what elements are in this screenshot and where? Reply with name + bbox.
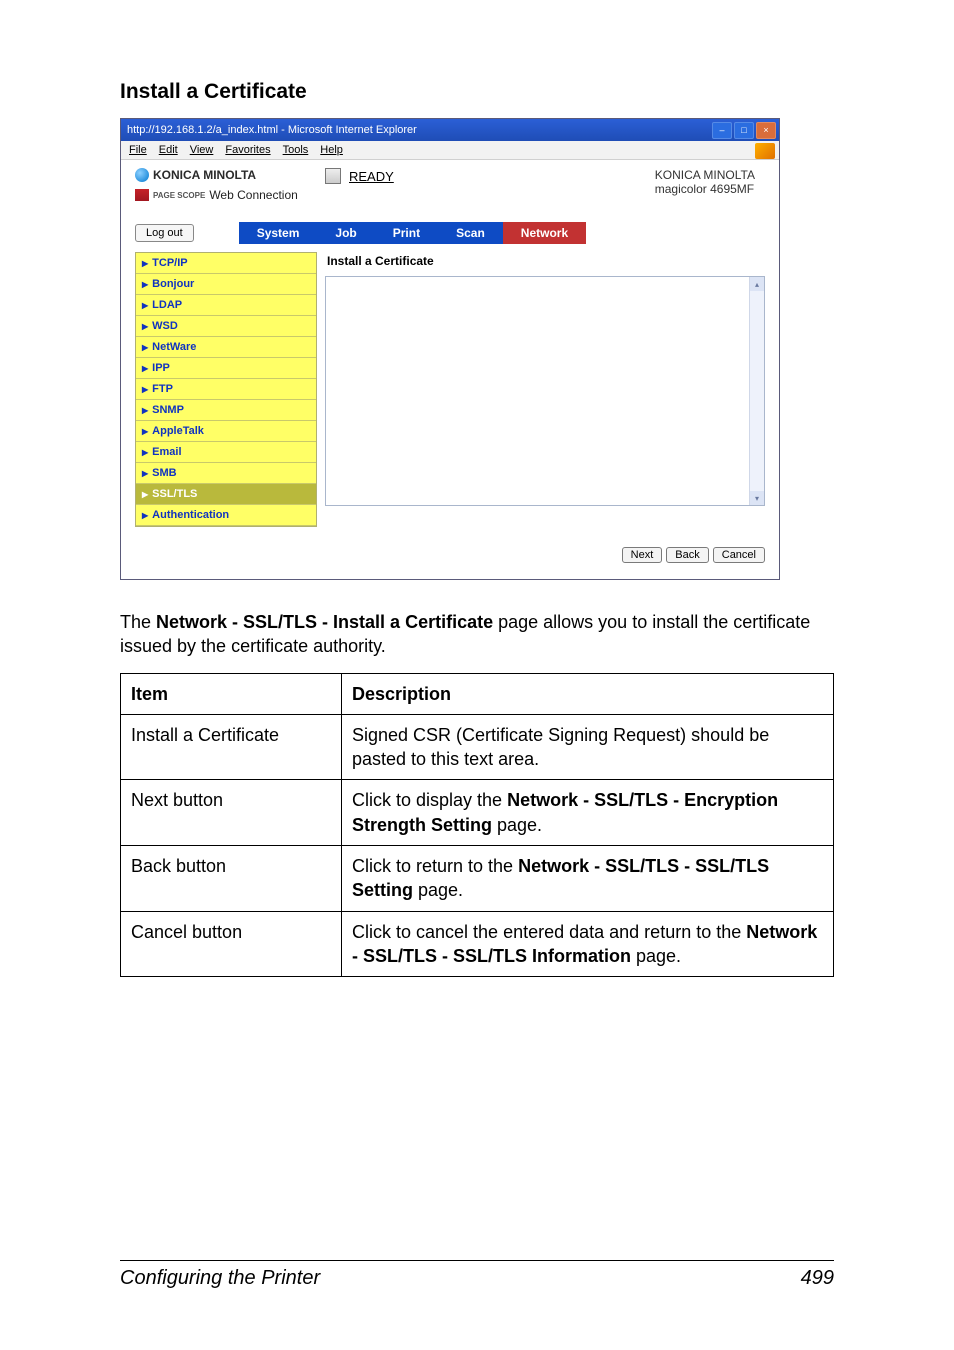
maximize-icon[interactable]: □ [734,122,754,139]
cell-desc: Signed CSR (Certificate Signing Request)… [342,714,834,780]
table-row: Cancel button Click to cancel the entere… [121,911,834,977]
chevron-right-icon: ▶ [142,469,148,478]
window-buttons: – □ × [712,122,776,139]
cell-desc: Click to cancel the entered data and ret… [342,911,834,977]
cancel-button[interactable]: Cancel [713,547,765,563]
next-button[interactable]: Next [622,547,663,563]
logout-button[interactable]: Log out [135,224,194,242]
browser-menubar: File Edit View Favorites Tools Help [121,141,779,160]
chevron-right-icon: ▶ [142,301,148,310]
sidebar-item-netware[interactable]: ▶NetWare [136,337,316,358]
back-button[interactable]: Back [666,547,708,563]
ie-logo-icon [755,143,775,159]
sidebar-item-email[interactable]: ▶Email [136,442,316,463]
main-tabs: System Job Print Scan Network [239,222,586,244]
tab-print[interactable]: Print [375,222,438,244]
window-title: http://192.168.1.2/a_index.html - Micros… [127,124,417,136]
cell-desc: Click to return to the Network - SSL/TLS… [342,846,834,912]
cell-item: Back button [121,846,342,912]
chevron-right-icon: ▶ [142,280,148,289]
certificate-textarea[interactable]: ▴ ▾ [325,276,765,506]
cell-item: Install a Certificate [121,714,342,780]
sidebar-item-ipp[interactable]: ▶IPP [136,358,316,379]
browser-window: http://192.168.1.2/a_index.html - Micros… [120,118,780,580]
menu-edit[interactable]: Edit [159,144,178,156]
minimize-icon[interactable]: – [712,122,732,139]
sidebar-item-ssltls[interactable]: ▶SSL/TLS [136,484,316,505]
description-table: Item Description Install a Certificate S… [120,673,834,978]
sidebar-item-snmp[interactable]: ▶SNMP [136,400,316,421]
menu-favorites[interactable]: Favorites [225,144,270,156]
chevron-right-icon: ▶ [142,427,148,436]
page-footer: Configuring the Printer 499 [120,1260,834,1290]
chevron-right-icon: ▶ [142,448,148,457]
printer-icon [325,168,343,184]
close-icon[interactable]: × [756,122,776,139]
cell-desc: Click to display the Network - SSL/TLS -… [342,780,834,846]
panel-heading: Install a Certificate [327,254,765,268]
menu-file[interactable]: File [129,144,147,156]
menu-view[interactable]: View [190,144,214,156]
model-name: magicolor 4695MF [655,182,755,196]
th-item: Item [121,673,342,714]
table-row: Back button Click to return to the Netwo… [121,846,834,912]
tab-scan[interactable]: Scan [438,222,503,244]
intro-paragraph: The Network - SSL/TLS - Install a Certif… [120,610,834,659]
printer-status: READY [315,168,655,184]
th-description: Description [342,673,834,714]
window-titlebar: http://192.168.1.2/a_index.html - Micros… [121,119,779,141]
globe-icon [135,168,149,182]
chevron-right-icon: ▶ [142,406,148,415]
status-ready[interactable]: READY [349,169,394,184]
sidebar-item-appletalk[interactable]: ▶AppleTalk [136,421,316,442]
table-row: Install a Certificate Signed CSR (Certif… [121,714,834,780]
sidebar-item-smb[interactable]: ▶SMB [136,463,316,484]
brand-konica-minolta: KONICA MINOLTA [135,168,315,182]
scroll-up-icon[interactable]: ▴ [750,277,764,291]
cell-item: Cancel button [121,911,342,977]
table-row: Next button Click to display the Network… [121,780,834,846]
footer-page-number: 499 [801,1267,834,1290]
menu-tools[interactable]: Tools [283,144,309,156]
chevron-right-icon: ▶ [142,259,148,268]
sidebar-item-bonjour[interactable]: ▶Bonjour [136,274,316,295]
scrollbar[interactable]: ▴ ▾ [749,277,764,505]
pagescope-icon [135,189,149,201]
chevron-right-icon: ▶ [142,364,148,373]
chevron-right-icon: ▶ [142,322,148,331]
section-heading: Install a Certificate [120,80,834,104]
tab-system[interactable]: System [239,222,318,244]
sidebar-item-tcpip[interactable]: ▶TCP/IP [136,253,316,274]
brand-web-connection: PAGE SCOPE Web Connection [135,188,315,202]
chevron-right-icon: ▶ [142,343,148,352]
menu-help[interactable]: Help [320,144,343,156]
model-brand: KONICA MINOLTA [655,168,755,182]
tab-job[interactable]: Job [317,222,374,244]
chevron-right-icon: ▶ [142,385,148,394]
sidebar-item-ldap[interactable]: ▶LDAP [136,295,316,316]
sidebar-item-authentication[interactable]: ▶Authentication [136,505,316,526]
scroll-down-icon[interactable]: ▾ [750,491,764,505]
footer-title: Configuring the Printer [120,1267,320,1290]
cell-item: Next button [121,780,342,846]
sidebar-item-ftp[interactable]: ▶FTP [136,379,316,400]
sidebar-item-wsd[interactable]: ▶WSD [136,316,316,337]
pagescope-text: PAGE SCOPE [153,191,205,200]
tab-network[interactable]: Network [503,222,586,244]
network-sidebar: ▶TCP/IP ▶Bonjour ▶LDAP ▶WSD ▶NetWare ▶IP… [135,252,317,527]
chevron-right-icon: ▶ [142,511,148,520]
chevron-right-icon: ▶ [142,490,148,499]
